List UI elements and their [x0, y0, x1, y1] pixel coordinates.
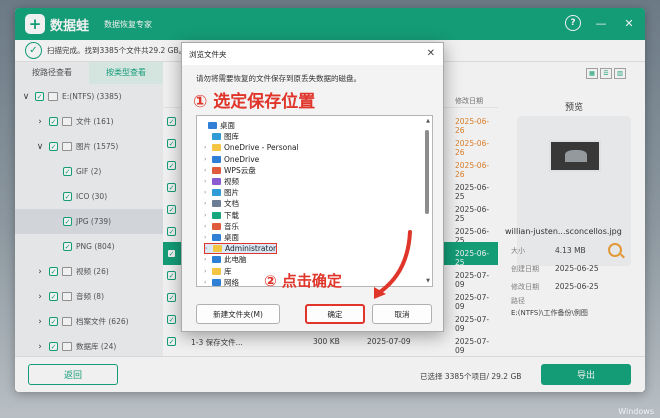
folder-label: 桌面 [220, 121, 235, 130]
expand-arrow-icon[interactable]: › [204, 178, 212, 185]
folder-label: 文档 [224, 199, 239, 209]
annotation-step1: ① 选定保存位置 [193, 92, 316, 112]
folder-tree-item[interactable]: › 文档 [204, 198, 239, 209]
folder-icon [212, 133, 221, 141]
folder-tree-item[interactable]: › 网络 [204, 277, 239, 287]
folder-label: 下载 [224, 210, 239, 220]
folder-tree-item[interactable]: › 音乐 [204, 221, 239, 232]
expand-arrow-icon[interactable]: › [204, 212, 212, 219]
expand-arrow-icon[interactable]: › [204, 268, 212, 275]
folder-icon [212, 189, 221, 197]
folder-tree-item[interactable]: › 下载 [204, 210, 239, 221]
folder-tree-item[interactable]: › OneDrive - Personal [204, 142, 299, 153]
folder-icon [213, 245, 222, 253]
folder-icon [212, 155, 221, 163]
folder-icon [212, 256, 221, 264]
browse-folder-dialog: 浏览文件夹 ✕ 请勿将需要恢复的文件保存到原丢失数据的磁盘。 ① 选定保存位置 … [181, 42, 444, 332]
expand-arrow-icon[interactable]: › [204, 256, 212, 263]
folder-icon [212, 144, 221, 152]
watermark: Windows [618, 407, 654, 416]
expand-arrow-icon[interactable]: › [205, 245, 213, 252]
folder-label: Administrator [225, 244, 277, 254]
folder-label: 图片 [224, 188, 239, 198]
folder-tree-item[interactable]: › Administrator [204, 243, 278, 255]
expand-arrow-icon[interactable]: › [204, 189, 212, 196]
folder-tree-item[interactable]: › OneDrive [204, 154, 259, 165]
folder-icon [212, 200, 221, 208]
folder-icon [212, 178, 221, 185]
folder-tree-item[interactable]: › 图片 [204, 187, 239, 198]
scroll-down-icon[interactable]: ▼ [426, 278, 430, 284]
dialog-title: 浏览文件夹 [189, 49, 227, 59]
folder-tree-item[interactable]: › 桌面 [204, 232, 239, 243]
expand-arrow-icon[interactable]: › [204, 144, 212, 151]
folder-icon [212, 278, 221, 286]
folder-label: OneDrive [224, 154, 260, 164]
new-folder-button[interactable]: 新建文件夹(M) [196, 304, 280, 324]
cancel-button[interactable]: 取消 [372, 304, 432, 324]
folder-label: 网络 [224, 277, 239, 287]
ok-button[interactable]: 确定 [305, 304, 365, 324]
folder-label: OneDrive - Personal [224, 143, 299, 153]
folder-label: WPS云盘 [224, 165, 256, 175]
folder-label: 桌面 [224, 233, 239, 242]
folder-tree-item[interactable]: › WPS云盘 [204, 165, 256, 176]
scrollbar-thumb[interactable] [425, 130, 429, 214]
folder-tree-item[interactable]: › 库 [204, 266, 232, 277]
dialog-title-bar: 浏览文件夹 ✕ [182, 43, 443, 65]
expand-arrow-icon[interactable]: › [204, 279, 212, 286]
folder-icon [212, 222, 221, 230]
folder-tree[interactable]: 桌面 图库 › OneDrive - Personal › OneDrive › WPS云盘 ›… [196, 115, 433, 287]
folder-icon [212, 267, 221, 275]
folder-tree-item[interactable]: › 视频 [204, 176, 239, 187]
expand-arrow-icon[interactable]: › [204, 200, 212, 207]
dialog-close-icon[interactable]: ✕ [427, 48, 435, 59]
expand-arrow-icon[interactable]: › [204, 156, 212, 163]
folder-icon [208, 122, 217, 129]
folder-icon [212, 234, 221, 241]
scroll-up-icon[interactable]: ▲ [426, 118, 430, 124]
expand-arrow-icon[interactable]: › [204, 234, 212, 241]
folder-label: 此电脑 [224, 255, 247, 265]
folder-tree-item[interactable]: › 此电脑 [204, 254, 247, 265]
folder-icon [212, 211, 221, 219]
expand-arrow-icon[interactable]: › [204, 167, 212, 174]
folder-tree-item[interactable]: 桌面 [200, 120, 235, 131]
folder-label: 库 [224, 266, 232, 276]
annotation-step2: ② 点击确定 [264, 272, 342, 290]
folder-label: 图库 [224, 132, 239, 142]
folder-label: 音乐 [224, 221, 239, 231]
folder-icon [212, 166, 221, 174]
folder-label: 视频 [224, 177, 239, 186]
dialog-warning-message: 请勿将需要恢复的文件保存到原丢失数据的磁盘。 [196, 74, 361, 83]
folder-tree-item[interactable]: 图库 [204, 131, 239, 142]
expand-arrow-icon[interactable]: › [204, 223, 212, 230]
